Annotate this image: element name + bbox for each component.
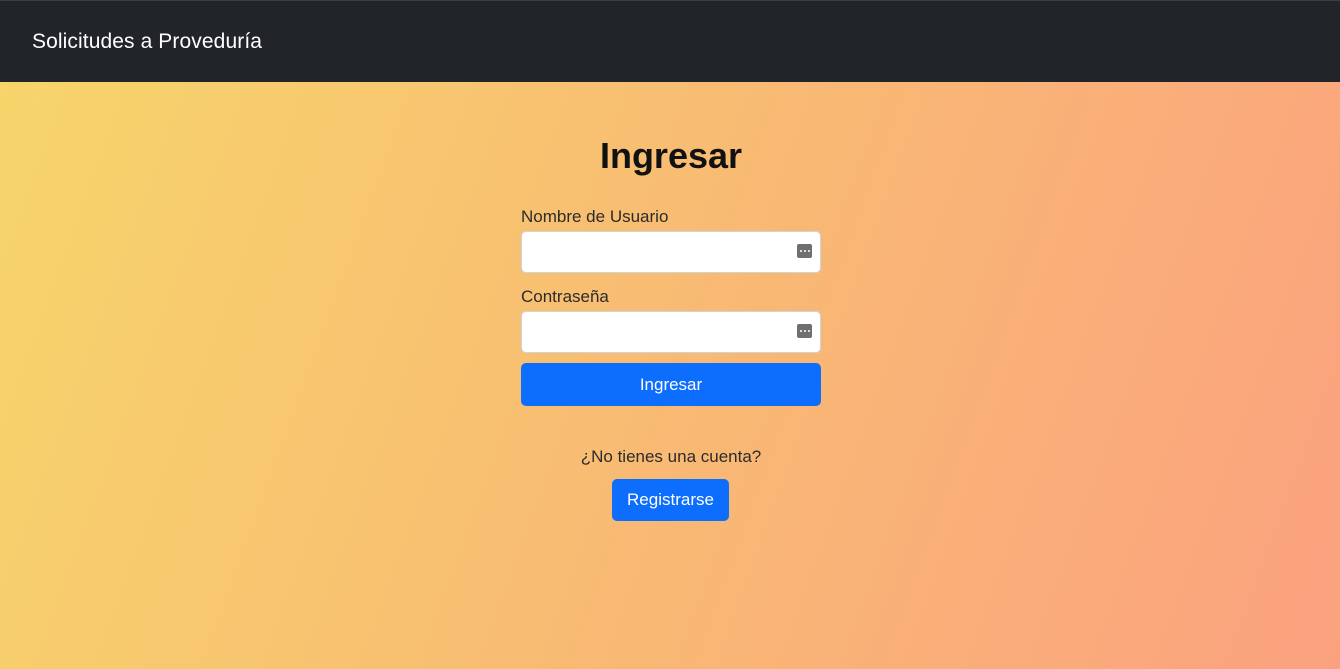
username-field-container: [521, 231, 821, 273]
page-title: Ingresar: [599, 135, 743, 176]
password-label: Contraseña: [521, 287, 609, 306]
username-input[interactable]: [532, 232, 796, 272]
no-account-text: ¿No tienes una cuenta?: [580, 447, 762, 466]
login-button[interactable]: Ingresar: [521, 363, 821, 406]
register-button[interactable]: Registrarse: [612, 479, 729, 521]
password-manager-icon[interactable]: [797, 244, 812, 258]
password-manager-icon[interactable]: [797, 324, 812, 338]
password-input[interactable]: [532, 312, 796, 352]
navbar-brand[interactable]: Solicitudes a Proveduría: [32, 30, 262, 54]
navbar: Solicitudes a Proveduría: [0, 0, 1340, 82]
login-page: Ingresar Nombre de Usuario Contraseña In…: [0, 82, 1340, 669]
password-field-container: [521, 311, 821, 353]
username-label: Nombre de Usuario: [521, 207, 669, 226]
